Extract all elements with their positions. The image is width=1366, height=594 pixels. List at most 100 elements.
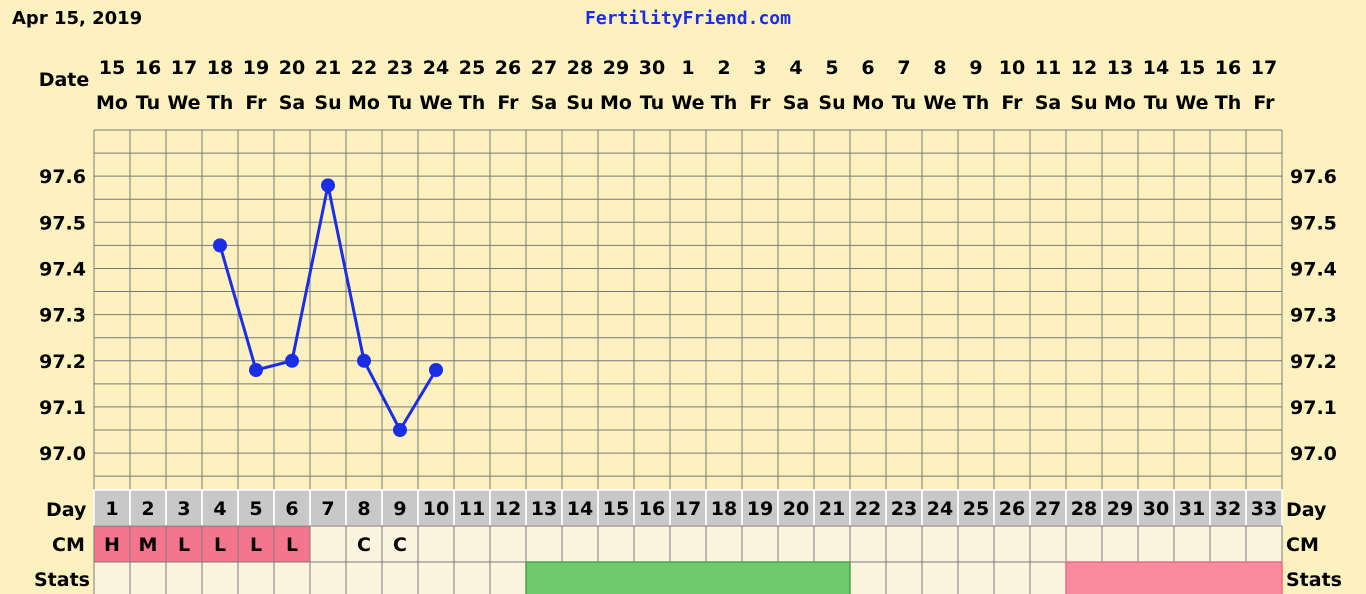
y-tick-label: 97.5 <box>1290 212 1337 234</box>
date-tick: 22 <box>351 57 377 79</box>
date-tick: 26 <box>495 57 521 79</box>
stats-cell <box>345 561 383 594</box>
cm-cell <box>777 525 815 563</box>
cycle-day-number: 6 <box>285 498 298 520</box>
stats-cell <box>129 561 167 594</box>
cm-cell <box>1245 525 1283 563</box>
date-tick: 18 <box>207 57 233 79</box>
date-tick: 19 <box>243 57 269 79</box>
stats-cell <box>489 561 527 594</box>
stats-cell <box>201 561 239 594</box>
stats-cell <box>1101 561 1139 594</box>
weekday-tick: Su <box>314 92 341 114</box>
weekday-tick: Tu <box>640 92 664 114</box>
cycle-day-row: 1 2 3 4 5 6 7 8 9 10 11 12 13 14 15 16 17 18 19 20 21 22 23 24 2… <box>93 489 1283 527</box>
stats-cell <box>273 561 311 594</box>
cm-cell <box>669 525 707 563</box>
cycle-day-number: 4 <box>213 498 226 520</box>
cycle-day-number: 23 <box>891 498 917 520</box>
cycle-day-number: 19 <box>747 498 773 520</box>
cm-label-right: CM <box>1286 534 1319 556</box>
y-tick-label: 97.1 <box>1290 397 1337 419</box>
cycle-day-number: 3 <box>177 498 190 520</box>
cycle-day-number: 26 <box>999 498 1025 520</box>
weekday-tick: Fr <box>1001 92 1023 114</box>
cm-cell <box>921 525 959 563</box>
weekday-tick: Mo <box>96 92 128 114</box>
date-tick: 8 <box>933 57 946 79</box>
cycle-day-number: 9 <box>393 498 406 520</box>
weekday-tick: Th <box>207 92 234 114</box>
temperature-point <box>429 363 443 377</box>
weekday-tick: Fr <box>749 92 771 114</box>
cm-value: L <box>250 534 262 556</box>
date-tick: 14 <box>1143 57 1169 79</box>
cm-cell <box>453 525 491 563</box>
temperature-point <box>393 423 407 437</box>
cm-cell <box>1101 525 1139 563</box>
weekday-tick: We <box>671 92 704 114</box>
stats-cell <box>597 561 635 594</box>
date-tick: 12 <box>1071 57 1097 79</box>
cycle-day-number: 15 <box>603 498 629 520</box>
cycle-day-number: 32 <box>1215 498 1241 520</box>
stats-cell <box>741 561 779 594</box>
y-tick-label: 97.3 <box>1290 305 1337 327</box>
date-tick: 27 <box>531 57 557 79</box>
cycle-day-number: 12 <box>495 498 521 520</box>
cm-value: L <box>214 534 226 556</box>
stats-cell <box>777 561 815 594</box>
y-tick-label: 97.2 <box>39 351 86 373</box>
cm-cell <box>885 525 923 563</box>
stats-cell <box>417 561 455 594</box>
cycle-day-number: 22 <box>855 498 881 520</box>
date-tick: 9 <box>969 57 982 79</box>
stats-cell <box>849 561 887 594</box>
cm-cell <box>1137 525 1175 563</box>
weekday-tick: We <box>167 92 200 114</box>
cm-label-left: CM <box>52 534 85 556</box>
stats-cell <box>993 561 1031 594</box>
stats-cell <box>1245 561 1283 594</box>
brand-link[interactable]: FertilityFriend.com <box>585 8 791 29</box>
weekday-tick: Th <box>1215 92 1242 114</box>
y-tick-label: 97.6 <box>1290 166 1337 188</box>
day-label-left: Day <box>46 499 87 521</box>
y-tick-label: 97.4 <box>1290 258 1337 280</box>
cm-cell <box>489 525 527 563</box>
weekday-tick: Tu <box>136 92 160 114</box>
weekday-tick: Mo <box>852 92 884 114</box>
cm-cell <box>957 525 995 563</box>
weekday-tick: Fr <box>497 92 519 114</box>
cycle-day-number: 27 <box>1035 498 1061 520</box>
date-tick: 23 <box>387 57 413 79</box>
stats-cell <box>309 561 347 594</box>
date-tick: 21 <box>315 57 341 79</box>
date-tick: 4 <box>789 57 802 79</box>
cm-cell <box>1173 525 1211 563</box>
weekday-tick: Th <box>459 92 486 114</box>
date-tick: 5 <box>825 57 838 79</box>
cm-cell <box>993 525 1031 563</box>
cycle-day-number: 14 <box>567 498 593 520</box>
cm-cell <box>849 525 887 563</box>
date-tick: 3 <box>753 57 766 79</box>
y-axis-right: 97.6 97.5 97.4 97.3 97.2 97.1 97.0 <box>1290 166 1337 465</box>
temperature-point <box>321 178 335 193</box>
cycle-day-number: 24 <box>927 498 953 520</box>
weekday-tick: Fr <box>245 92 267 114</box>
stats-cell <box>885 561 923 594</box>
stats-cell <box>813 561 851 594</box>
cycle-day-number: 18 <box>711 498 737 520</box>
cm-value: L <box>178 534 190 556</box>
date-tick: 11 <box>1035 57 1061 79</box>
stats-cell <box>633 561 671 594</box>
cm-cell <box>525 525 563 563</box>
stats-cell <box>669 561 707 594</box>
y-axis-left: 97.6 97.5 97.4 97.3 97.2 97.1 97.0 <box>39 166 86 465</box>
cm-cell <box>309 525 347 563</box>
weekday-tick: Mo <box>348 92 380 114</box>
cycle-day-number: 10 <box>423 498 449 520</box>
stats-cell <box>525 561 563 594</box>
date-tick: 13 <box>1107 57 1133 79</box>
